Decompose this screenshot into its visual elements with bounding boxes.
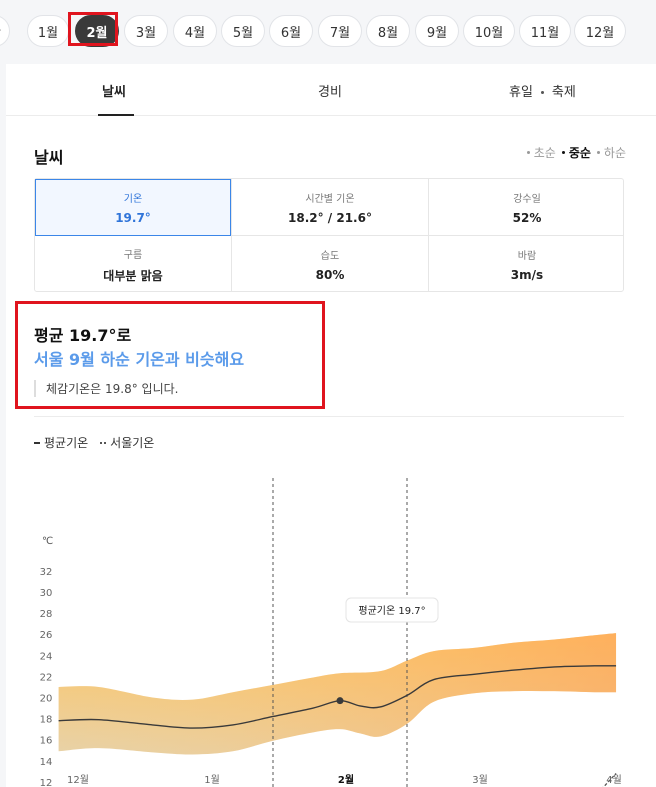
bullet-icon	[596, 151, 600, 154]
month-pill[interactable]: 7월	[318, 15, 362, 47]
period-label: 초순	[533, 146, 556, 160]
month-pill[interactable]: 9월	[415, 15, 459, 47]
stat-value: 3m/s	[510, 268, 544, 282]
x-tick-label: 3월	[472, 774, 488, 786]
x-tick-label: 4월	[606, 774, 622, 786]
summary-average: 평균 19.7°로	[34, 326, 132, 345]
chart-legend: 평균기온 서울기온	[34, 434, 154, 451]
legend-avg: 평균기온	[34, 434, 88, 451]
solid-line-icon	[34, 441, 40, 444]
stat-label: 구름	[123, 249, 143, 261]
y-tick-label: 22	[40, 672, 53, 683]
x-tick-label: 1월	[204, 774, 220, 786]
stat-label: 바람	[517, 251, 537, 262]
month-pill[interactable]: 5월	[221, 15, 265, 47]
summary-feels-like: 체감기온은 19.8° 입니다.	[34, 380, 178, 397]
stat-value: 52%	[512, 211, 542, 225]
active-tab-underline	[98, 114, 134, 116]
weather-panel: 날씨 경비 휴일 축제 날씨 초순 중순 하순 기온 19.7° 시간별 기온 1…	[0, 64, 656, 787]
tab-cost[interactable]: 경비	[318, 81, 342, 100]
month-pill[interactable]: 1월	[27, 15, 69, 47]
y-tick-label: 12	[40, 778, 53, 787]
y-tick-label: 18	[40, 715, 53, 726]
y-tick-label: 30	[40, 588, 53, 599]
stat-rain-days[interactable]: 강수일 52%	[429, 179, 625, 236]
stat-value: 19.7°	[115, 211, 151, 225]
stat-temperature[interactable]: 기온 19.7°	[35, 179, 231, 236]
stat-wind[interactable]: 바람 3m/s	[429, 236, 625, 293]
period-early[interactable]: 초순	[526, 144, 556, 161]
month-pill[interactable]: 4월	[173, 15, 217, 47]
stat-cloud[interactable]: 구름 대부분 맑음	[35, 236, 231, 293]
section-title: 날씨	[34, 148, 64, 167]
legend-seoul: 서울기온	[100, 434, 154, 451]
stat-value: 대부분 맑음	[103, 268, 163, 283]
period-label: 하순	[603, 146, 626, 160]
y-tick-label: 24	[40, 651, 53, 662]
selected-month-highlight	[68, 12, 118, 46]
tab-weather[interactable]: 날씨	[102, 81, 126, 100]
tab-bar: 날씨 경비 휴일 축제	[6, 64, 656, 116]
stat-label: 습도	[320, 251, 340, 262]
month-pill[interactable]: 11월	[519, 15, 571, 47]
stat-label: 시간별 기온	[305, 194, 355, 205]
avg-temperature-point	[336, 697, 344, 705]
tooltip: 평균기온 19.7°	[345, 597, 439, 623]
stat-value: 80%	[315, 268, 345, 282]
bullet-icon	[526, 151, 530, 154]
section-divider	[34, 416, 624, 417]
month-pill[interactable]: 6월	[269, 15, 313, 47]
dashed-line-icon	[100, 441, 107, 444]
legend-avg-label: 평균기온	[44, 436, 89, 450]
temperature-chart: ℃101214161820222426283032평균기온 19.7°12월1월…	[40, 478, 622, 787]
bullet-icon	[561, 151, 565, 154]
period-late[interactable]: 하순	[596, 144, 626, 161]
tab-festival-label: 축제	[551, 85, 576, 100]
y-tick-label: 26	[40, 630, 53, 641]
month-pill[interactable]: 8월	[366, 15, 410, 47]
period-label: 중순	[568, 146, 591, 160]
y-tick-label: 28	[40, 609, 53, 620]
stat-value: 18.2° / 21.6°	[288, 211, 372, 225]
period-mid[interactable]: 중순	[561, 144, 591, 161]
legend-seoul-label: 서울기온	[110, 436, 155, 450]
stat-label: 기온	[123, 194, 143, 205]
x-tick-label: 2월	[338, 774, 354, 786]
summary-comparison: 서울 9월 하순 기온과 비슷해요	[34, 350, 245, 369]
stat-hourly-temperature[interactable]: 시간별 기온 18.2° / 21.6°	[232, 179, 428, 236]
y-tick-label: 32	[40, 567, 53, 578]
temperature-range-band-overlay	[58, 633, 617, 755]
y-tick-label: 14	[40, 757, 53, 768]
y-tick-label: 16	[40, 736, 53, 747]
x-tick-label: 12월	[67, 774, 89, 786]
month-pill[interactable]: 연간	[0, 15, 10, 47]
y-axis-unit: ℃	[42, 536, 53, 547]
period-selector: 초순 중순 하순	[526, 144, 626, 161]
stat-label: 강수일	[513, 194, 541, 205]
y-tick-label: 20	[40, 694, 53, 705]
tab-holiday-label: 휴일	[509, 85, 533, 100]
tab-holiday-festival[interactable]: 휴일 축제	[509, 81, 576, 100]
tooltip-label: 평균기온 19.7°	[358, 605, 425, 617]
separator-dot-icon	[540, 91, 544, 94]
month-pill[interactable]: 3월	[124, 15, 168, 47]
month-pill[interactable]: 12월	[574, 15, 626, 47]
month-selector: 연간1월2월3월4월5월6월7월8월9월10월11월12월	[0, 0, 656, 64]
month-pill[interactable]: 10월	[463, 15, 515, 47]
stat-humidity[interactable]: 습도 80%	[232, 236, 428, 293]
weather-stats-grid: 기온 19.7° 시간별 기온 18.2° / 21.6° 강수일 52% 구름…	[34, 178, 624, 292]
